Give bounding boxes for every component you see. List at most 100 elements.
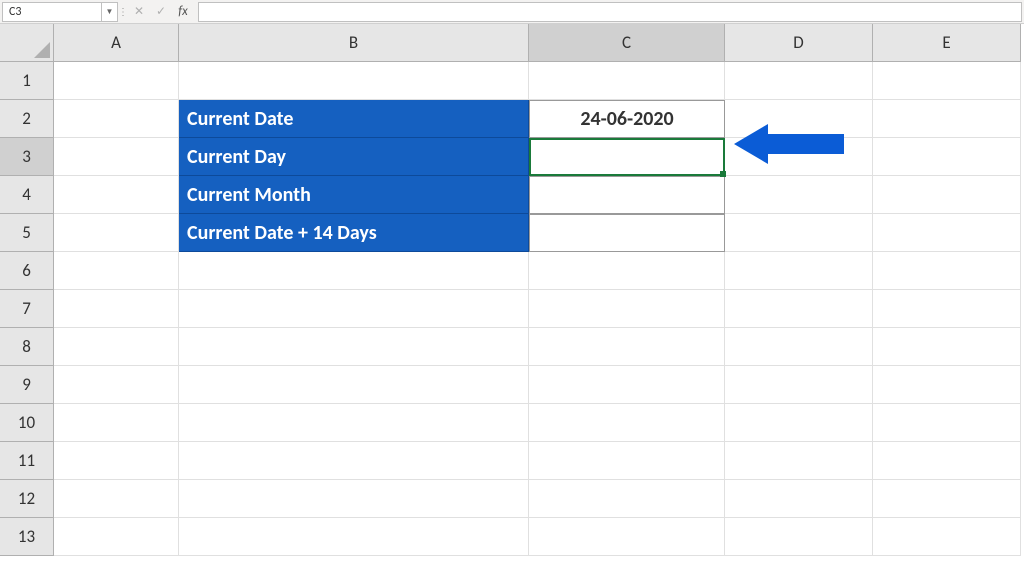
value-current-date: 24-06-2020 [580,107,673,131]
row-header-7[interactable]: 7 [0,290,54,328]
cell-b1[interactable] [179,62,529,100]
cell-b9[interactable] [179,366,529,404]
cell-d5[interactable] [725,214,873,252]
label-current-date: Current Date [187,107,293,131]
cell-e4[interactable] [873,176,1021,214]
cell-c1[interactable] [529,62,725,100]
cell-d1[interactable] [725,62,873,100]
label-current-month: Current Month [187,183,311,207]
arrow-left-icon [734,122,844,166]
cell-b6[interactable] [179,252,529,290]
cell-d7[interactable] [725,290,873,328]
col-header-e[interactable]: E [873,24,1021,62]
cell-b5[interactable]: Current Date + 14 Days [179,214,529,252]
select-all-corner[interactable] [0,24,54,62]
cell-b8[interactable] [179,328,529,366]
name-box-dropdown[interactable]: ▼ [102,2,118,22]
cell-b10[interactable] [179,404,529,442]
row-header-4[interactable]: 4 [0,176,54,214]
col-header-b[interactable]: B [179,24,529,62]
cell-a2[interactable] [54,100,179,138]
cell-a5[interactable] [54,214,179,252]
cell-e10[interactable] [873,404,1021,442]
row-header-11[interactable]: 11 [0,442,54,480]
cell-b12[interactable] [179,480,529,518]
col-header-c[interactable]: C [529,24,725,62]
cell-e11[interactable] [873,442,1021,480]
cell-e8[interactable] [873,328,1021,366]
formula-input[interactable] [198,2,1022,22]
cell-c11[interactable] [529,442,725,480]
cell-e12[interactable] [873,480,1021,518]
cell-d12[interactable] [725,480,873,518]
cell-b11[interactable] [179,442,529,480]
cell-c8[interactable] [529,328,725,366]
cell-a1[interactable] [54,62,179,100]
check-icon: ✓ [156,4,166,19]
cell-e7[interactable] [873,290,1021,328]
cell-c12[interactable] [529,480,725,518]
col-header-d[interactable]: D [725,24,873,62]
divider-handle[interactable]: ⋮ [120,2,126,22]
cell-c5[interactable] [529,214,725,252]
insert-function-button[interactable]: fx [172,2,194,22]
row-header-9[interactable]: 9 [0,366,54,404]
name-box-value: C3 [9,5,21,19]
cell-a10[interactable] [54,404,179,442]
cell-b2[interactable]: Current Date [179,100,529,138]
cell-a12[interactable] [54,480,179,518]
cell-c6[interactable] [529,252,725,290]
cell-b7[interactable] [179,290,529,328]
row-header-13[interactable]: 13 [0,518,54,556]
name-box[interactable]: C3 [2,2,102,22]
label-current-day: Current Day [187,145,286,169]
cell-d10[interactable] [725,404,873,442]
row-header-5[interactable]: 5 [0,214,54,252]
cell-b3[interactable]: Current Day [179,138,529,176]
col-header-a[interactable]: A [54,24,179,62]
cell-c9[interactable] [529,366,725,404]
cell-e5[interactable] [873,214,1021,252]
row-header-3[interactable]: 3 [0,138,54,176]
cell-c13[interactable] [529,518,725,556]
cell-d9[interactable] [725,366,873,404]
cell-d4[interactable] [725,176,873,214]
confirm-formula-button: ✓ [150,2,172,22]
cell-e2[interactable] [873,100,1021,138]
cell-d11[interactable] [725,442,873,480]
cell-e6[interactable] [873,252,1021,290]
cell-a6[interactable] [54,252,179,290]
cell-a11[interactable] [54,442,179,480]
row-header-10[interactable]: 10 [0,404,54,442]
label-date-plus-14: Current Date + 14 Days [187,221,377,245]
cell-c7[interactable] [529,290,725,328]
row-header-6[interactable]: 6 [0,252,54,290]
cell-e13[interactable] [873,518,1021,556]
cell-e3[interactable] [873,138,1021,176]
fx-icon: fx [178,4,188,19]
cancel-formula-button: ✕ [128,2,150,22]
cell-a7[interactable] [54,290,179,328]
cell-d8[interactable] [725,328,873,366]
row-header-12[interactable]: 12 [0,480,54,518]
spreadsheet-grid: A B C D E 1 2 Current Date 24-06-2020 3 … [0,24,1024,556]
row-header-2[interactable]: 2 [0,100,54,138]
cell-e9[interactable] [873,366,1021,404]
cell-c4[interactable] [529,176,725,214]
formula-bar: C3 ▼ ⋮ ✕ ✓ fx [0,0,1024,24]
cell-a3[interactable] [54,138,179,176]
cell-b4[interactable]: Current Month [179,176,529,214]
cell-c3[interactable] [529,138,725,176]
cell-a13[interactable] [54,518,179,556]
cell-c2[interactable]: 24-06-2020 [529,100,725,138]
cell-d6[interactable] [725,252,873,290]
cell-b13[interactable] [179,518,529,556]
row-header-8[interactable]: 8 [0,328,54,366]
cell-a8[interactable] [54,328,179,366]
cell-c10[interactable] [529,404,725,442]
cell-a4[interactable] [54,176,179,214]
cell-e1[interactable] [873,62,1021,100]
cell-d13[interactable] [725,518,873,556]
cell-a9[interactable] [54,366,179,404]
row-header-1[interactable]: 1 [0,62,54,100]
